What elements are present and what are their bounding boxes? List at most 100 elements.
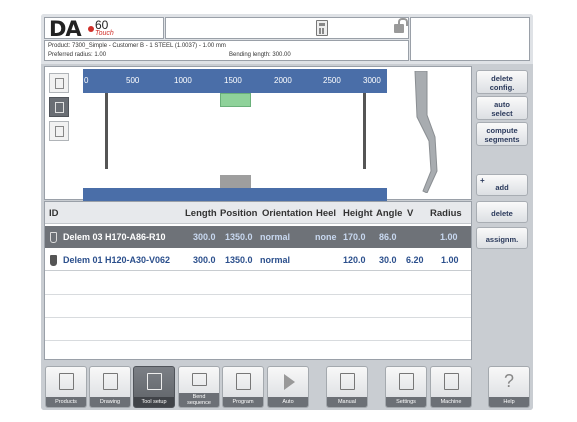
nav-tool-setup[interactable]: Tool setup bbox=[133, 366, 175, 408]
header-right-panel bbox=[410, 17, 530, 61]
lower-tool-segment[interactable] bbox=[220, 175, 251, 189]
tool-profile-preview bbox=[414, 71, 438, 193]
auto-select-button[interactable]: auto select bbox=[476, 96, 528, 120]
view-side-button[interactable] bbox=[49, 97, 69, 117]
drawing-icon bbox=[103, 373, 118, 390]
nav-bend-sequence-label: Bend sequence bbox=[179, 393, 219, 407]
nav-drawing-label: Drawing bbox=[90, 397, 130, 407]
upper-tool-icon bbox=[50, 232, 57, 243]
ruler-tick: 2000 bbox=[274, 76, 292, 85]
product-info: Product: 7300_Simple - Customer B - 1 ST… bbox=[44, 40, 409, 61]
table-row[interactable]: Delem 03 H170-A86-R10 300.0 1350.0 norma… bbox=[45, 226, 471, 248]
delete-button[interactable]: delete bbox=[476, 201, 528, 223]
cell-height: 120.0 bbox=[343, 255, 366, 265]
logo: DA 60 Touch bbox=[44, 17, 164, 41]
cell-id: Delem 01 H120-A30-V062 bbox=[63, 255, 171, 265]
nav-auto[interactable]: Auto bbox=[267, 366, 309, 408]
help-icon: ? bbox=[503, 371, 514, 391]
delete-config-label-1: delete bbox=[491, 74, 513, 83]
upper-beam-ruler: 0 500 1000 1500 2000 2500 3000 bbox=[83, 69, 387, 93]
logo-text: DA bbox=[49, 17, 82, 41]
preferred-radius: Preferred radius: 1.00 bbox=[48, 52, 107, 58]
nav-manual-label: Manual bbox=[327, 397, 367, 407]
nav-manual[interactable]: Manual bbox=[326, 366, 368, 408]
bend-sequence-icon bbox=[192, 373, 207, 386]
col-heel: Heel bbox=[316, 208, 337, 219]
delete-config-button[interactable]: delete config. bbox=[476, 70, 528, 94]
cell-id: Delem 03 H170-A86-R10 bbox=[63, 232, 166, 242]
settings-icon bbox=[399, 373, 414, 390]
cell-radius: 1.00 bbox=[441, 255, 459, 265]
side-view-icon bbox=[55, 102, 64, 113]
delete-label: delete bbox=[491, 209, 513, 218]
compute-segments-label-2: segments bbox=[484, 135, 520, 144]
empty-row-divider bbox=[45, 340, 471, 341]
nav-help-label: Help bbox=[489, 397, 529, 407]
lower-tool-icon bbox=[50, 255, 57, 266]
auto-select-label-1: auto bbox=[494, 100, 510, 109]
nav-bend-sequence[interactable]: Bend sequence bbox=[178, 366, 220, 408]
nav-drawing[interactable]: Drawing bbox=[89, 366, 131, 408]
nav-bend-label-2: sequence bbox=[187, 400, 211, 406]
auto-select-label-2: select bbox=[491, 109, 513, 118]
nav-products[interactable]: Products bbox=[45, 366, 87, 408]
cell-angle: 86.0 bbox=[379, 232, 397, 242]
nav-settings[interactable]: Settings bbox=[385, 366, 427, 408]
ruler-tick: 500 bbox=[126, 76, 140, 85]
folder-icon bbox=[59, 373, 74, 390]
cell-length: 300.0 bbox=[193, 255, 216, 265]
col-orientation: Orientation bbox=[262, 208, 313, 219]
ruler-tick: 1000 bbox=[174, 76, 192, 85]
upper-tool-segment[interactable] bbox=[220, 93, 251, 107]
table-row[interactable]: Delem 01 H120-A30-V062 300.0 1350.0 norm… bbox=[45, 249, 471, 271]
empty-row-divider bbox=[45, 294, 471, 295]
view-front-button[interactable] bbox=[49, 73, 69, 93]
cell-angle: 30.0 bbox=[379, 255, 397, 265]
product-line: Product: 7300_Simple - Customer B - 1 ST… bbox=[48, 43, 226, 49]
table-header: ID Length Position Orientation Heel Heig… bbox=[45, 202, 471, 224]
assign-button[interactable]: assignm. bbox=[476, 227, 528, 249]
machine-icon bbox=[444, 373, 459, 390]
cell-position: 1350.0 bbox=[225, 255, 253, 265]
nav-auto-label: Auto bbox=[268, 397, 308, 407]
cell-heel: none bbox=[315, 232, 337, 242]
assign-label: assignm. bbox=[485, 235, 519, 244]
nav-machine[interactable]: Machine bbox=[430, 366, 472, 408]
tool-graphic-area: 0 500 1000 1500 2000 2500 3000 bbox=[44, 66, 472, 212]
compute-segments-button[interactable]: compute segments bbox=[476, 122, 528, 146]
col-v: V bbox=[407, 208, 414, 219]
machine-post-left bbox=[105, 93, 108, 169]
col-position: Position bbox=[220, 208, 258, 219]
tool-table: ID Length Position Orientation Heel Heig… bbox=[44, 201, 472, 360]
empty-row-divider bbox=[45, 317, 471, 318]
play-icon bbox=[284, 374, 295, 390]
col-height: Height bbox=[343, 208, 373, 219]
col-id: ID bbox=[49, 208, 59, 219]
compute-segments-label-1: compute bbox=[486, 126, 518, 135]
nav-program-label: Program bbox=[223, 397, 263, 407]
tool-setup-icon bbox=[147, 373, 162, 390]
ruler-tick: 2500 bbox=[323, 76, 341, 85]
view-3d-button[interactable] bbox=[49, 121, 69, 141]
delete-config-label-2: config. bbox=[489, 83, 515, 92]
app-frame: DA 60 Touch Product: 7300_Simple - Custo… bbox=[41, 14, 533, 410]
nav-help[interactable]: ? Help bbox=[488, 366, 530, 408]
bending-length: Bending length: 300.00 bbox=[229, 52, 291, 58]
logo-dot-icon bbox=[88, 26, 94, 32]
bottom-navigation: Products Drawing Tool setup Bend sequence… bbox=[41, 363, 533, 410]
ruler-tick: 1500 bbox=[224, 76, 242, 85]
col-length: Length bbox=[185, 208, 217, 219]
nav-program[interactable]: Program bbox=[222, 366, 264, 408]
cell-orientation: normal bbox=[260, 255, 291, 265]
cell-position: 1350.0 bbox=[225, 232, 253, 242]
ruler-tick: 0 bbox=[84, 76, 89, 85]
add-button[interactable]: + add bbox=[476, 174, 528, 196]
nav-machine-label: Machine bbox=[431, 397, 471, 407]
machine-post-right bbox=[363, 93, 366, 169]
calculator-icon[interactable] bbox=[316, 20, 328, 36]
lock-icon[interactable] bbox=[394, 18, 408, 33]
nav-products-label: Products bbox=[46, 397, 86, 407]
cell-length: 300.0 bbox=[193, 232, 216, 242]
header-status-bar bbox=[165, 17, 409, 39]
cell-height: 170.0 bbox=[343, 232, 366, 242]
